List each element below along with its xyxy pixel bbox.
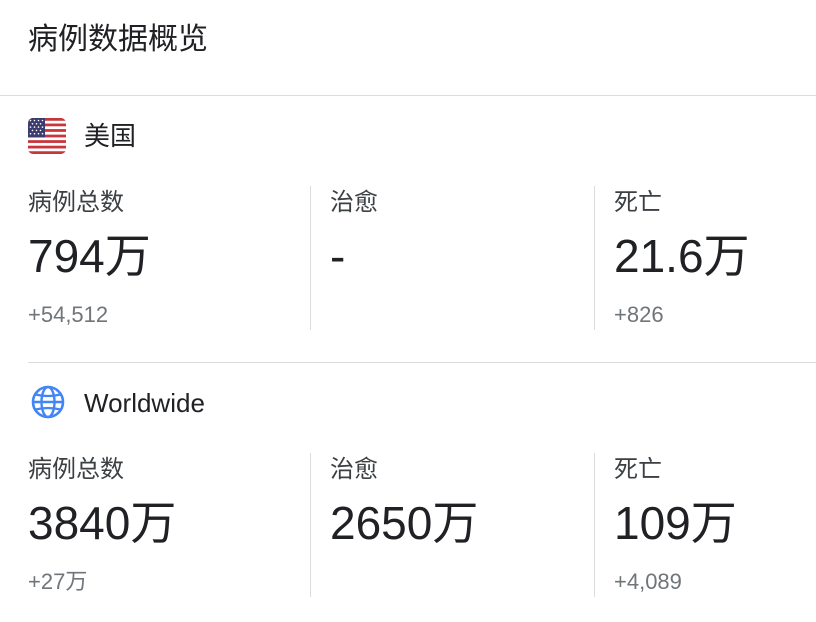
region-name-us: 美国: [84, 121, 137, 151]
stat-value-cases: 794万: [28, 230, 151, 282]
stat-recovered-us: 治愈 -: [310, 186, 595, 330]
region-us: 美国 病例总数 794万 +54,512 治愈 - 死亡 21.6万 +826: [28, 96, 816, 362]
stat-delta-deaths: +4,089: [614, 569, 682, 594]
stat-total-cases-us: 病例总数 794万 +54,512: [28, 186, 310, 330]
stat-value-recovered: 2650万: [330, 497, 479, 549]
stat-value-deaths: 109万: [614, 497, 737, 549]
us-flag-icon: [28, 118, 66, 154]
stat-deaths-worldwide: 死亡 109万 +4,089: [594, 453, 816, 597]
overview-header: 病例数据概览: [0, 0, 816, 96]
region-header-us[interactable]: 美国: [28, 96, 816, 176]
stat-label-recovered: 治愈: [330, 189, 378, 216]
stat-label-cases: 病例总数: [28, 189, 124, 216]
stat-label-recovered: 治愈: [330, 456, 378, 483]
stat-deaths-us: 死亡 21.6万 +826: [594, 186, 816, 330]
stat-value-cases: 3840万: [28, 497, 177, 549]
stat-delta-cases: +54,512: [28, 302, 109, 327]
stat-value-deaths: 21.6万: [614, 230, 750, 282]
stat-label-cases: 病例总数: [28, 456, 124, 483]
stat-delta-cases: +27万: [28, 569, 88, 594]
stat-label-deaths: 死亡: [614, 189, 662, 216]
region-name-worldwide: Worldwide: [84, 388, 205, 418]
region-worldwide: Worldwide 病例总数 3840万 +27万 治愈 2650万 死亡 10…: [28, 363, 816, 622]
globe-icon: [31, 385, 65, 419]
stat-value-recovered: -: [330, 230, 346, 282]
stat-label-deaths: 死亡: [614, 456, 662, 483]
stat-total-cases-worldwide: 病例总数 3840万 +27万: [28, 453, 310, 597]
stat-delta-deaths: +826: [614, 302, 664, 327]
region-header-worldwide[interactable]: Worldwide: [28, 363, 816, 443]
page-title: 病例数据概览: [28, 23, 208, 56]
stat-recovered-worldwide: 治愈 2650万: [310, 453, 595, 597]
